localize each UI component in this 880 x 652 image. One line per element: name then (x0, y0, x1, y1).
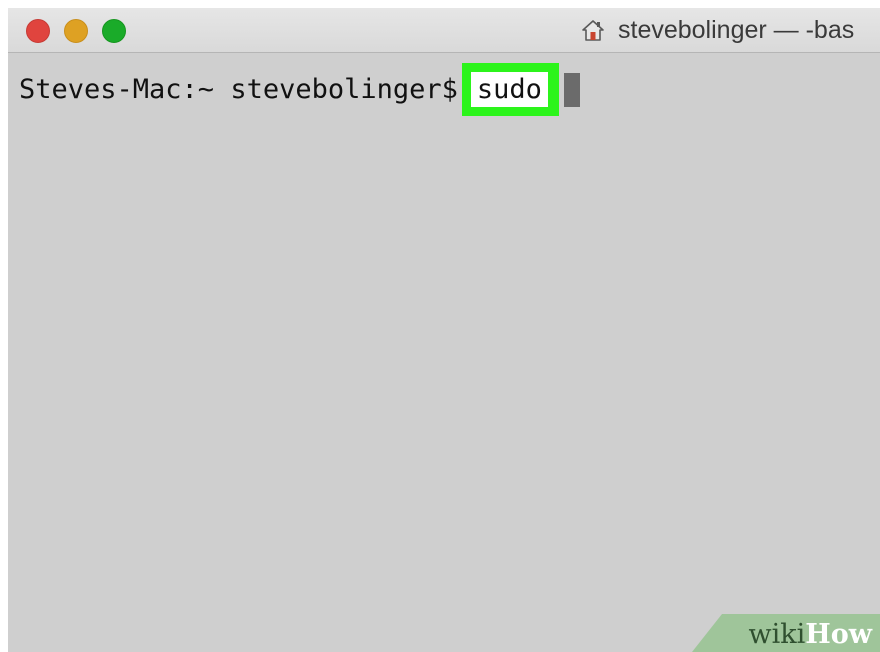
zoom-button[interactable] (102, 19, 126, 43)
terminal-window: stevebolinger — -bas Steves-Mac:~ steveb… (8, 8, 880, 652)
close-button[interactable] (26, 19, 50, 43)
title-bar[interactable]: stevebolinger — -bas (8, 8, 880, 53)
shell-prompt: Steves-Mac:~ stevebolinger$ (19, 74, 458, 105)
minimize-button[interactable] (64, 19, 88, 43)
watermark-how: How (805, 619, 872, 650)
home-icon (580, 17, 606, 43)
typed-command: sudo (470, 72, 548, 107)
command-highlight: sudo (461, 63, 559, 116)
block-cursor-icon (563, 72, 580, 107)
window-title-text: stevebolinger — -bas (618, 15, 855, 44)
window-title: stevebolinger — -bas (580, 16, 854, 44)
watermark-wiki: wiki (748, 619, 806, 650)
wikihow-watermark: wikiHow (748, 619, 872, 650)
terminal-content[interactable]: Steves-Mac:~ stevebolinger$ sudo wikiHow (8, 53, 880, 652)
prompt-line: Steves-Mac:~ stevebolinger$ sudo (19, 63, 580, 116)
